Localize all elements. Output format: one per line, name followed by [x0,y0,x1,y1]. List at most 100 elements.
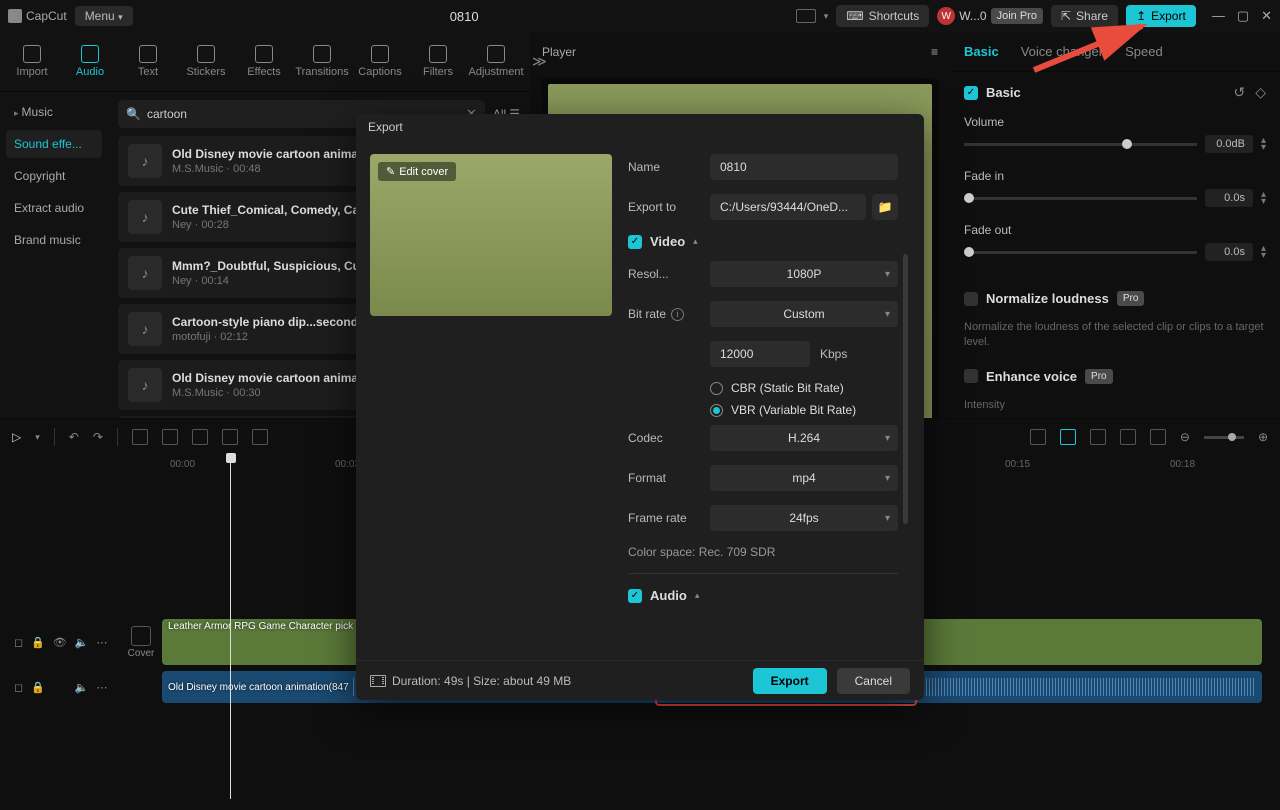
zoom-in-button[interactable]: ⊕ [1258,430,1268,444]
share-icon: ⇱ [1061,9,1071,23]
mute-icon[interactable]: 🔈 [75,636,89,649]
shortcuts-button[interactable]: ⌨ Shortcuts [836,5,929,27]
tab-transitions[interactable]: Transitions [300,45,344,78]
tab-filters[interactable]: Filters [416,45,460,78]
volume-slider[interactable] [964,143,1197,146]
track-toggle-icon[interactable]: ◻ [14,636,23,649]
audio-section-checkbox[interactable]: ✓ [628,589,642,603]
cbr-radio[interactable]: CBR (Static Bit Rate) [710,381,898,395]
video home-track-head: ◻ 🔒 👁 🔈 ⋯ [0,636,120,649]
stickers-icon [197,45,215,63]
tool-button[interactable] [1090,429,1106,445]
dialog-scrollbar[interactable] [903,254,908,524]
cover-button[interactable]: Cover [124,626,158,659]
film-icon [370,675,386,687]
fadeout-slider[interactable] [964,251,1197,254]
volume-value[interactable]: 0.0dB [1205,135,1253,153]
trim-right-button[interactable] [192,429,208,445]
tool-button[interactable] [252,429,268,445]
collapse-icon[interactable]: ▴ [693,236,698,247]
insp-tab-basic[interactable]: Basic [964,44,999,59]
tool-button[interactable] [1120,429,1136,445]
track-toggle-icon[interactable]: ◻ [14,681,23,694]
basic-checkbox[interactable]: ✓ [964,86,978,100]
mute-icon[interactable]: 🔈 [75,681,89,694]
info-icon[interactable]: i [671,308,684,321]
more-icon[interactable]: ⋯ [97,636,108,649]
delete-button[interactable] [222,429,238,445]
playhead[interactable] [230,455,231,799]
tab-audio[interactable]: Audio [68,45,112,78]
tab-captions[interactable]: Captions [358,45,402,78]
pointer-tool-icon[interactable]: ▷ [12,430,21,444]
fadeout-stepper[interactable]: ▴▾ [1261,245,1266,259]
bitrate-select[interactable]: Custom [710,301,898,327]
tab-import[interactable]: Import [10,45,54,78]
cat-music[interactable]: ▸Music [6,98,102,126]
split-button[interactable] [132,429,148,445]
export-confirm-button[interactable]: Export [753,668,827,694]
zoom-slider[interactable] [1204,436,1244,439]
insp-tab-voice-changer[interactable]: Voice changer [1021,44,1103,59]
cat-brand-music[interactable]: Brand music [6,226,102,254]
export-button[interactable]: ↥ Export [1126,5,1196,27]
cat-extract-audio[interactable]: Extract audio [6,194,102,222]
lock-icon[interactable]: 🔒 [31,681,45,694]
tab-text[interactable]: Text [126,45,170,78]
cat-copyright[interactable]: Copyright [6,162,102,190]
join-pro-badge[interactable]: Join Pro [991,8,1043,24]
fadeout-value[interactable]: 0.0s [1205,243,1253,261]
trim-left-button[interactable] [162,429,178,445]
search-icon: 🔍 [126,107,141,121]
fadein-stepper[interactable]: ▴▾ [1261,191,1266,205]
fadein-slider[interactable] [964,197,1197,200]
fadein-value[interactable]: 0.0s [1205,189,1253,207]
eye-icon[interactable]: 👁 [53,636,67,649]
codec-label: Codec [628,431,700,445]
cat-sound-effects[interactable]: Sound effe... [6,130,102,158]
zoom-out-button[interactable]: ⊖ [1180,430,1190,444]
collapse-icon[interactable]: ▴ [695,590,700,601]
normalize-label: Normalize loudness [986,291,1109,306]
close-button[interactable]: ✕ [1261,8,1272,24]
volume-stepper[interactable]: ▴▾ [1261,137,1266,151]
resolution-select[interactable]: 1080P [710,261,898,287]
minimize-button[interactable]: — [1212,8,1225,24]
name-label: Name [628,160,700,174]
browse-folder-button[interactable]: 📁 [872,194,898,220]
reset-icon[interactable]: ↺ [1233,84,1245,101]
normalize-checkbox[interactable] [964,292,978,306]
edit-cover-button[interactable]: ✎ Edit cover [378,162,456,181]
aspect-icon[interactable] [796,9,816,23]
bitrate-value-input[interactable] [710,341,810,367]
pro-badge: Pro [1117,291,1145,306]
menu-button[interactable]: Menu ▾ [75,6,133,26]
format-select[interactable]: mp4 [710,465,898,491]
player-menu-icon[interactable]: ≡ [931,45,938,59]
enhance-checkbox[interactable] [964,369,978,383]
tool-button[interactable] [1030,429,1046,445]
tab-effects[interactable]: Effects [242,45,286,78]
exportto-label: Export to [628,200,700,214]
keyframe-icon[interactable]: ◇ [1255,84,1266,101]
undo-button[interactable]: ↶ [69,430,79,444]
share-button[interactable]: ⇱ Share [1051,5,1118,27]
codec-select[interactable]: H.264 [710,425,898,451]
basic-section-title: Basic [986,85,1021,100]
more-icon[interactable]: ⋯ [97,681,108,694]
tool-button[interactable] [1150,429,1166,445]
redo-button[interactable]: ↷ [93,430,103,444]
tool-button[interactable] [1060,429,1076,445]
maximize-button[interactable]: ▢ [1237,8,1249,24]
name-input[interactable] [710,154,898,180]
user-pill[interactable]: W W...0 Join Pro [937,7,1043,25]
lock-icon[interactable]: 🔒 [31,636,45,649]
tab-stickers[interactable]: Stickers [184,45,228,78]
insp-tab-speed[interactable]: Speed [1125,44,1163,59]
video-section-checkbox[interactable]: ✓ [628,235,642,249]
vbr-radio[interactable]: VBR (Variable Bit Rate) [710,403,898,417]
keyboard-icon: ⌨ [846,9,863,23]
framerate-select[interactable]: 24fps [710,505,898,531]
cancel-button[interactable]: Cancel [837,668,910,694]
tab-adjustment[interactable]: Adjustment [474,45,518,78]
